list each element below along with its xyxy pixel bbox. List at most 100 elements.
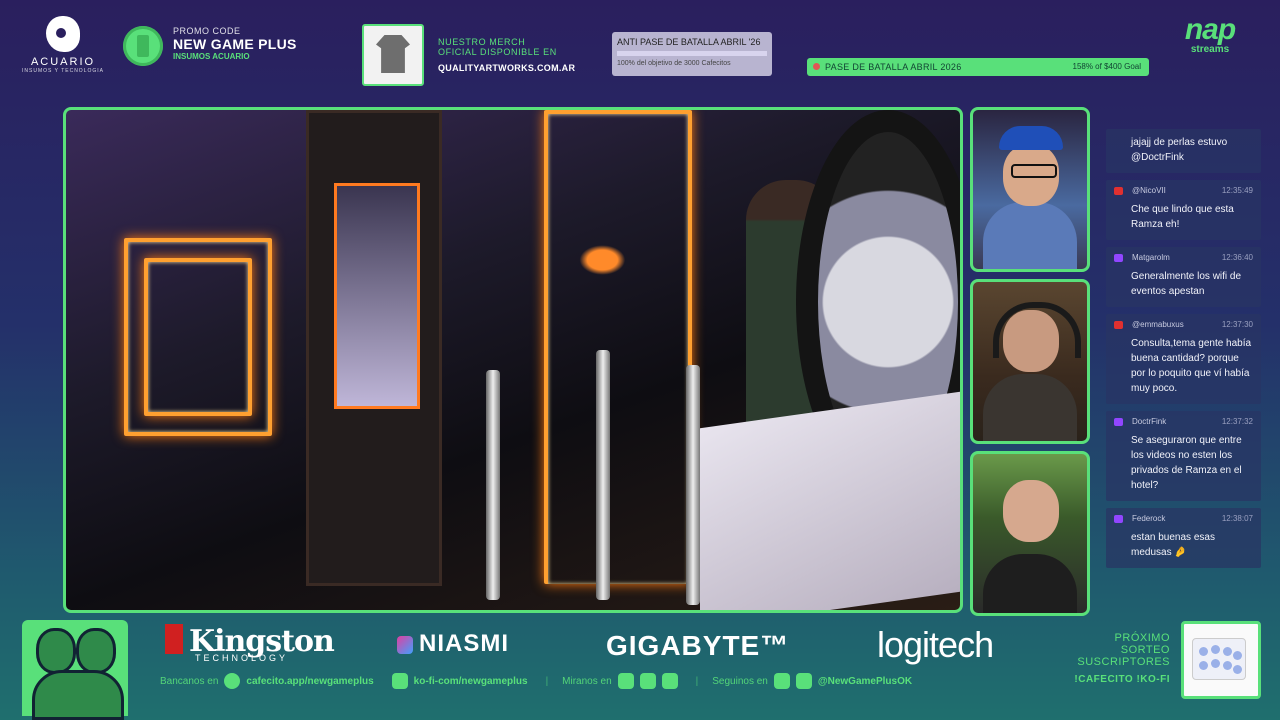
nap-logo-sub: streams	[1190, 44, 1230, 55]
next-giveaway-panel: PRÓXIMO SORTEO SUSCRIPTORES !CAFECITO !K…	[1060, 632, 1170, 686]
cafecito-link[interactable]: cafecito.app/newgameplus	[246, 676, 373, 687]
proximo-label: PRÓXIMO	[1114, 632, 1170, 644]
twitch-icon	[1114, 515, 1123, 523]
kick-icon[interactable]	[639, 673, 656, 689]
suscriptores-label: SUSCRIPTORES	[1077, 656, 1170, 668]
mascot-face-icon	[76, 628, 116, 674]
anti-pase-goal-widget: ANTI PASE DE BATALLA ABRIL '26 100% del …	[612, 32, 772, 76]
mascot-face-icon	[36, 628, 76, 674]
prize-controller-image	[1181, 621, 1261, 699]
logitech-logo: logitech	[877, 624, 994, 665]
acuario-tagline: INSUMOS Y TECNOLOGIA	[22, 68, 104, 74]
webcam-2	[970, 279, 1090, 444]
chat-message-text: jajajj de perlas estuvo @DoctrFink	[1131, 137, 1228, 163]
person-face	[1003, 480, 1059, 542]
battle-pass-goal-bar: PASE DE BATALLA ABRIL 2026 158% of $400 …	[807, 58, 1149, 76]
arcade-controller-icon	[1192, 638, 1246, 680]
x-icon[interactable]	[795, 673, 812, 689]
promo-label: PROMO CODE	[173, 26, 241, 36]
chat-timestamp: 12:36:40	[1221, 253, 1253, 262]
merch-shirt-image	[362, 24, 424, 86]
separator: |	[695, 675, 699, 687]
headset	[993, 302, 1081, 358]
display-box	[700, 391, 960, 610]
person-body	[983, 554, 1077, 613]
claw-machine-glass	[334, 183, 420, 409]
main-video-feed	[63, 107, 963, 613]
person-body	[983, 202, 1077, 269]
chat-username: Matgarolm	[1132, 253, 1170, 262]
chat-username: DoctrFink	[1132, 417, 1167, 426]
chat-message: jajajj de perlas estuvo @DoctrFink	[1106, 129, 1261, 173]
merch-panel: NUESTRO MERCH OFICIAL DISPONIBLE EN QUAL…	[438, 37, 575, 73]
anti-pase-status: 100% del objetivo de 3000 Cafecitos	[617, 60, 731, 67]
instagram-icon[interactable]	[773, 673, 790, 689]
kingston-logo: Kingston TECHNOLOGY	[165, 624, 335, 663]
chat-message-text: Consulta,tema gente había buena cantidad…	[1131, 338, 1252, 394]
sorteo-label: SORTEO	[1120, 644, 1170, 656]
barrier-pole	[596, 350, 610, 600]
niasmi-wordmark: NIASMI	[419, 630, 509, 657]
merch-url[interactable]: QUALITYARTWORKS.COM.AR	[438, 63, 575, 73]
chat-message: @emmabuxus 12:37:30 Consulta,tema gente h…	[1106, 314, 1261, 404]
kofi-link[interactable]: ko-fi-com/newgameplus	[414, 676, 528, 687]
chat-message: @NicoVII 12:35:49 Che que lindo que esta …	[1106, 180, 1261, 240]
chat-username: @emmabuxus	[1132, 320, 1184, 329]
barrier-pole	[686, 365, 700, 605]
bancanos-label: Bancanos en	[160, 675, 219, 687]
goal-value: 158% of $400 Goal	[1072, 62, 1142, 71]
neon-arch	[544, 110, 692, 584]
anti-pase-title: ANTI PASE DE BATALLA ABRIL '26	[617, 37, 761, 47]
promo-sponsor: INSUMOS ACUARIO	[173, 52, 250, 61]
chat-timestamp: 12:35:49	[1221, 186, 1253, 195]
social-handle[interactable]: @NewGamePlusOK	[818, 676, 912, 687]
promo-code: NEW GAME PLUS	[173, 36, 297, 52]
twitch-icon	[1114, 254, 1123, 262]
acuario-logo: ACUARIO INSUMOS Y TECNOLOGIA	[18, 16, 108, 82]
nap-streams-logo: nap streams	[1170, 14, 1250, 70]
neon-frame-left-inner	[144, 258, 252, 416]
chat-timestamp: 12:37:32	[1221, 417, 1253, 426]
chat-message: DoctrFink 12:37:32 Se aseguraron que entr…	[1106, 411, 1261, 501]
niasmi-mark-icon	[397, 635, 413, 654]
acuario-name: ACUARIO	[30, 56, 96, 68]
tshirt-icon	[376, 35, 410, 73]
mascot-body	[32, 670, 124, 720]
kofi-icon	[391, 673, 408, 689]
chat-message-text: Che que lindo que esta Ramza eh!	[1131, 204, 1234, 230]
chat-username: @NicoVII	[1132, 186, 1166, 195]
chat-panel: jajajj de perlas estuvo @DoctrFink @Nico…	[1106, 129, 1261, 575]
webcam-1	[970, 107, 1090, 272]
goal-title: PASE DE BATALLA ABRIL 2026	[825, 62, 962, 72]
giveaway-commands: !CAFECITO !KO-FI	[1074, 674, 1170, 685]
chat-message-text: Se aseguraron que entre los videos no es…	[1131, 435, 1242, 491]
seguinos-label: Seguinos en	[712, 675, 768, 687]
separator: |	[545, 675, 549, 687]
claw-machine	[306, 110, 442, 586]
chat-timestamp: 12:38:07	[1221, 514, 1253, 523]
anti-pase-progress-bar	[617, 51, 767, 56]
person-body	[983, 374, 1077, 441]
support-links-bar: Bancanos en cafecito.app/newgameplus ko-…	[160, 672, 930, 690]
mascot-image	[22, 620, 128, 720]
youtube-icon	[1114, 187, 1123, 195]
youtube-icon	[1114, 321, 1123, 329]
merch-line1: NUESTRO MERCH	[438, 37, 526, 47]
twitch-icon	[1114, 418, 1123, 426]
kingston-head-icon	[165, 624, 183, 654]
chat-message-text: estan buenas esas medusas 🤌	[1131, 532, 1215, 558]
cafecito-icon	[224, 673, 241, 689]
miranos-label: Miranos en	[562, 675, 612, 687]
youtube-icon[interactable]	[661, 673, 678, 689]
webcam-3	[970, 451, 1090, 616]
chat-username: Federock	[1132, 514, 1166, 523]
chat-message-text: Generalmente los wifi de eventos apestan	[1131, 271, 1242, 297]
twitch-icon[interactable]	[617, 673, 634, 689]
merch-line2: OFICIAL DISPONIBLE EN	[438, 47, 557, 57]
chat-message: Matgarolm 12:36:40 Generalmente los wifi …	[1106, 247, 1261, 307]
nap-logo-text: nap	[1184, 13, 1236, 46]
glasses	[1011, 164, 1057, 178]
heart-icon	[813, 63, 820, 70]
promo-code-panel: PROMO CODE NEW GAME PLUS INSUMOS ACUARIO	[173, 26, 297, 61]
acuario-mascot-icon	[46, 16, 80, 52]
